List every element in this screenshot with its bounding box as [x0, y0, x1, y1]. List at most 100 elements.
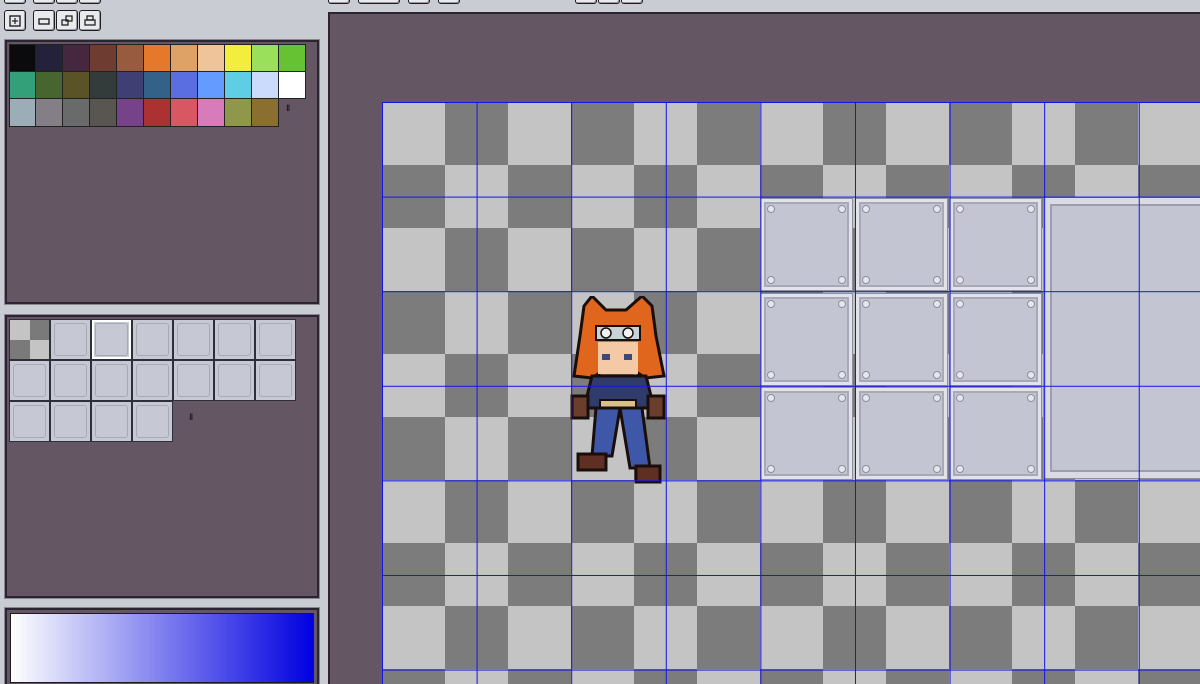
color-swatch[interactable] — [36, 71, 63, 99]
toolbar-button[interactable] — [438, 0, 460, 4]
rivet — [838, 299, 846, 308]
color-swatch[interactable] — [63, 44, 90, 72]
tileset-tile[interactable] — [132, 401, 173, 442]
color-swatch[interactable] — [9, 71, 36, 99]
rivet — [932, 276, 941, 284]
single-layer-icon — [38, 17, 50, 25]
color-swatch[interactable] — [171, 99, 198, 127]
rivet — [861, 370, 870, 379]
print-layer-button[interactable] — [79, 10, 101, 31]
rivet — [956, 465, 965, 474]
rivet — [767, 276, 775, 284]
tileset-tile[interactable] — [91, 401, 132, 442]
toolbar-button[interactable] — [408, 0, 430, 4]
grid-toggle-button[interactable] — [4, 10, 26, 31]
tileset-tile[interactable] — [50, 401, 91, 442]
tileset-tile[interactable] — [255, 319, 296, 360]
tileset-tile[interactable] — [9, 360, 50, 401]
color-swatch[interactable] — [36, 99, 63, 127]
rivet — [956, 205, 965, 213]
color-swatch[interactable] — [252, 99, 279, 127]
color-swatch[interactable] — [252, 44, 279, 72]
color-picker-panel — [4, 607, 320, 684]
color-swatch[interactable] — [63, 71, 90, 99]
toolbar-button[interactable] — [33, 0, 55, 4]
tileset-tile[interactable] — [91, 360, 132, 401]
toolbar-button[interactable] — [358, 0, 400, 4]
color-swatch[interactable] — [225, 71, 252, 99]
color-swatch[interactable] — [9, 99, 36, 127]
character-sprite — [570, 296, 666, 484]
color-swatch[interactable] — [63, 99, 90, 127]
tileset-tile[interactable] — [9, 319, 50, 360]
toolbar-button[interactable] — [328, 0, 350, 4]
tile-map-editor: II II — [0, 0, 1200, 684]
color-swatch[interactable] — [90, 44, 117, 72]
rivet — [861, 299, 870, 308]
color-swatch[interactable] — [171, 44, 198, 72]
color-swatch[interactable] — [279, 71, 306, 99]
color-swatch[interactable] — [252, 71, 279, 99]
tileset-tile[interactable] — [50, 319, 91, 360]
rivet — [956, 370, 965, 379]
color-swatch[interactable] — [225, 99, 252, 127]
color-swatch[interactable] — [144, 44, 171, 72]
rivet — [1027, 299, 1036, 308]
tileset-tile[interactable] — [173, 319, 214, 360]
color-swatch[interactable] — [198, 44, 225, 72]
tileset-tile[interactable] — [173, 360, 214, 401]
tileset-tile[interactable] — [50, 360, 91, 401]
color-swatch[interactable] — [225, 44, 252, 72]
color-swatch[interactable] — [117, 71, 144, 99]
toolbar-button[interactable] — [56, 0, 78, 4]
color-swatch[interactable] — [198, 71, 225, 99]
palette-row — [9, 71, 306, 99]
color-swatch[interactable] — [36, 44, 63, 72]
single-layer-button[interactable] — [33, 10, 55, 31]
tileset-tile[interactable] — [132, 319, 173, 360]
rivet — [1027, 370, 1036, 379]
metal-panel-tile — [949, 387, 1043, 481]
rivet — [767, 299, 775, 308]
metal-panel-tile — [949, 292, 1043, 386]
color-swatch[interactable] — [198, 99, 225, 127]
color-swatch[interactable] — [90, 99, 117, 127]
metal-panel-tile — [760, 292, 853, 386]
toolbar-button[interactable] — [79, 0, 101, 4]
rivet — [1027, 465, 1036, 474]
toolbar-button[interactable] — [598, 0, 620, 4]
tileset-tile[interactable] — [214, 360, 255, 401]
rivet — [838, 205, 846, 213]
color-swatch[interactable] — [9, 44, 36, 72]
rivet — [932, 205, 941, 213]
metal-panel-tile — [854, 198, 948, 291]
rivet — [767, 370, 775, 379]
color-swatch[interactable] — [117, 99, 144, 127]
palette-resize-handle[interactable]: II — [286, 104, 290, 114]
rivet — [1027, 205, 1036, 213]
large-metal-panel-tile — [1043, 197, 1200, 479]
color-swatch[interactable] — [90, 71, 117, 99]
tileset-tile[interactable] — [214, 319, 255, 360]
rivet — [932, 299, 941, 308]
color-swatch[interactable] — [279, 44, 306, 72]
metal-panel-tile — [949, 198, 1043, 291]
tileset-tile[interactable] — [255, 360, 296, 401]
color-swatch[interactable] — [144, 71, 171, 99]
toolbar-button[interactable] — [621, 0, 643, 4]
toolbar-button[interactable] — [575, 0, 597, 4]
tileset-tile[interactable] — [132, 360, 173, 401]
overlay-layers-icon — [61, 14, 73, 26]
tileset-tile[interactable] — [91, 319, 132, 360]
overlay-layers-button[interactable] — [56, 10, 78, 31]
tileset-resize-handle[interactable]: II — [189, 413, 193, 423]
color-swatch[interactable] — [117, 44, 144, 72]
grid-toggle-icon — [9, 14, 21, 27]
color-gradient-picker[interactable] — [10, 613, 314, 683]
palette-row — [9, 99, 306, 127]
toolbar-button[interactable] — [4, 0, 26, 4]
rivet — [1027, 394, 1036, 403]
color-swatch[interactable] — [171, 71, 198, 99]
color-swatch[interactable] — [144, 99, 171, 127]
tileset-tile[interactable] — [9, 401, 50, 442]
